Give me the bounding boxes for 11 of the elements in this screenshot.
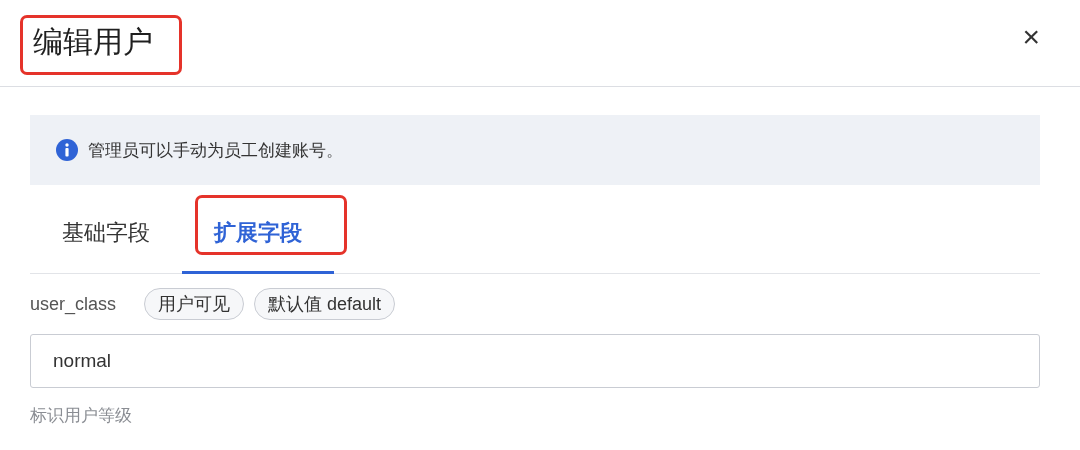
info-text: 管理员可以手动为员工创建账号。 — [88, 139, 343, 162]
help-text: 标识用户等级 — [30, 405, 133, 427]
info-icon — [56, 139, 78, 161]
tab[interactable]: 基础字段 — [30, 195, 182, 274]
tab[interactable]: 扩展字段 — [182, 195, 334, 274]
input-field[interactable]: normal — [30, 334, 1040, 388]
field-label: user_class — [30, 293, 117, 315]
close-button[interactable]: × — [1022, 22, 1040, 52]
dialog-title: 编辑用户 — [20, 15, 182, 75]
field-tag: 默认值 default — [254, 288, 396, 320]
field-tag: 用户可见 — [144, 288, 245, 320]
